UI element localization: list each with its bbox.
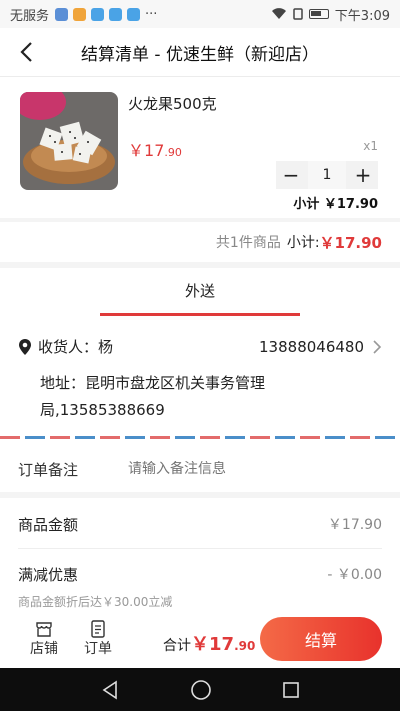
app-notification-icon <box>73 7 87 21</box>
item-count: 共1件商品 <box>215 235 281 251</box>
quantity-stepper: − 1 + <box>276 161 378 189</box>
order-list-icon <box>91 620 105 638</box>
discount-value: - ￥0.00 <box>327 567 382 583</box>
tab-delivery[interactable]: 外送 <box>100 268 300 316</box>
chevron-right-icon <box>373 339 382 354</box>
receiver-name: 杨 <box>98 338 114 356</box>
envelope-stripe-divider <box>0 436 400 439</box>
back-triangle-icon[interactable] <box>100 680 120 700</box>
store-button[interactable]: 店铺 <box>24 620 64 658</box>
price-decimal: .90 <box>164 146 182 159</box>
store-label: 店铺 <box>30 641 58 657</box>
more-notifications-icon: ··· <box>145 6 158 22</box>
location-pin-icon <box>19 338 31 355</box>
discount-label: 满减优惠 <box>18 566 79 584</box>
discount-row: 满减优惠 - ￥0.00 <box>18 564 382 585</box>
bottom-bar: 店铺 订单 合计￥17.90 结算 <box>0 612 400 668</box>
chevron-left-icon <box>20 42 32 62</box>
status-bar: 无服务 ··· 下午3:09 <box>0 0 400 28</box>
price-symbol: ￥ <box>128 141 145 160</box>
receiver-phone: 13888046480 <box>259 337 364 356</box>
subtotal-value: ￥17.90 <box>319 233 382 252</box>
system-navigation-bar <box>0 668 400 711</box>
recent-apps-icon[interactable] <box>282 681 300 699</box>
total-integer: 17 <box>209 634 235 655</box>
dragon-fruit-image <box>20 92 118 190</box>
total-label: 合计 <box>163 638 191 654</box>
goods-amount-label: 商品金额 <box>18 516 79 534</box>
delivery-address: 地址：昆明市盘龙区机关事务管理局,13585388669 <box>40 374 266 419</box>
clock: 下午3:09 <box>334 8 390 24</box>
goods-amount-value: ￥17.90 <box>327 517 382 533</box>
item-subtotal: 小计 ￥17.90 <box>293 197 378 212</box>
back-button[interactable] <box>14 38 38 66</box>
battery-icon <box>308 9 329 19</box>
product-image[interactable] <box>20 92 118 190</box>
product-price: ￥17.90 <box>128 137 182 161</box>
store-icon <box>36 622 52 637</box>
amount-details: 商品金额 ￥17.90 满减优惠 - ￥0.00 商品金额折后达￥30.00立减 <box>0 498 400 612</box>
home-circle-icon[interactable] <box>190 679 212 701</box>
total-decimal: .90 <box>234 639 256 653</box>
divider <box>18 548 382 549</box>
order-summary: 共1件商品 小计: ￥17.90 <box>0 222 400 262</box>
increment-button[interactable]: + <box>348 161 378 189</box>
app-notification-icon <box>127 7 141 21</box>
wifi-icon <box>271 8 286 19</box>
discount-note: 商品金额折后达￥30.00立减 <box>18 595 173 609</box>
app-notification-icon <box>109 7 123 21</box>
checkout-button[interactable]: 结算 <box>260 617 382 661</box>
order-remark: 订单备注 <box>0 446 400 492</box>
app-notification-icon <box>55 7 69 21</box>
page-title: 结算清单 - 优速生鲜（新迎店） <box>81 44 319 65</box>
notification-icons: ··· <box>55 7 157 22</box>
remark-label: 订单备注 <box>18 460 79 479</box>
product-name: 火龙果500克 <box>128 95 217 113</box>
app-notification-icon <box>91 7 105 21</box>
order-button[interactable]: 订单 <box>78 620 118 658</box>
product-card: 火龙果500克 ￥17.90 x1 − 1 + 小计 ￥17.90 <box>0 76 400 218</box>
receiver-label: 收货人： <box>38 338 99 356</box>
subtotal-label: 小计: <box>286 235 320 251</box>
total-symbol: ￥ <box>191 634 209 655</box>
decrement-button[interactable]: − <box>276 161 306 189</box>
delivery-section: 外送 收货人： 杨 13888046480 地址：昆明市盘龙区机关事务管理局,1… <box>0 268 400 448</box>
receiver-row[interactable]: 收货人： 杨 13888046480 <box>18 336 382 357</box>
carrier-text: 无服务 <box>10 8 50 24</box>
nav-bar: 结算清单 - 优速生鲜（新迎店） <box>0 28 400 76</box>
sim-icon <box>293 8 303 20</box>
price-integer: 17 <box>144 141 165 160</box>
total-amount: 合计￥17.90 <box>163 630 255 656</box>
goods-amount-row: 商品金额 ￥17.90 <box>18 514 382 535</box>
quantity-value[interactable]: 1 <box>308 161 346 189</box>
quantity-label: x1 <box>363 139 378 153</box>
remark-input[interactable] <box>128 461 368 477</box>
order-label: 订单 <box>84 641 112 657</box>
